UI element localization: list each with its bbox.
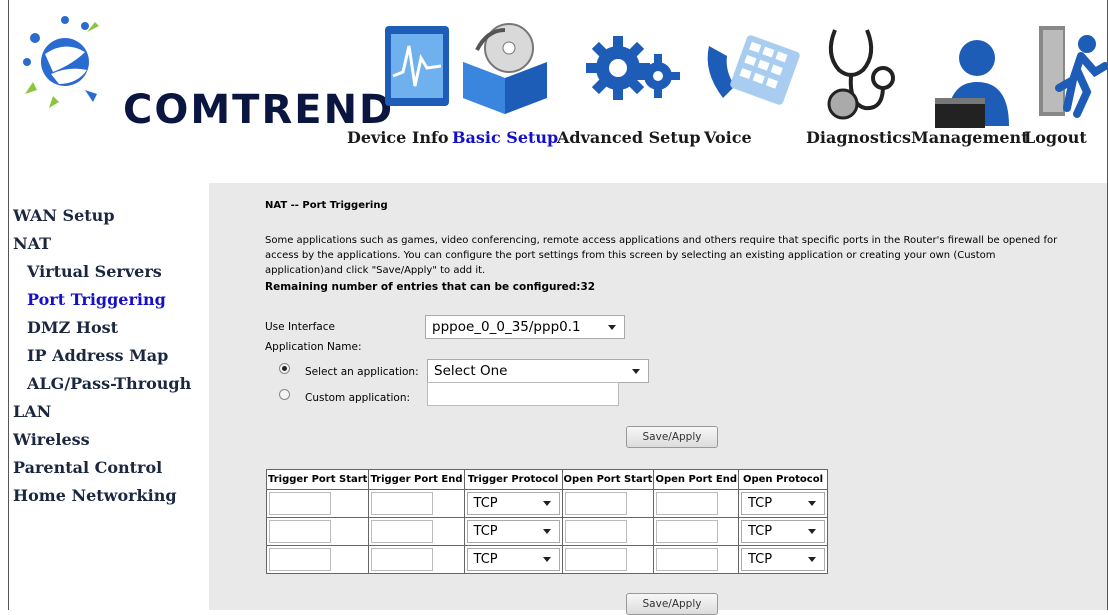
trigger-protocol-select[interactable]: TCP <box>466 548 560 571</box>
sidebar-item-dmz-host[interactable]: DMZ Host <box>27 318 118 337</box>
trigger-protocol-value: TCP <box>473 524 498 539</box>
chevron-down-icon <box>807 501 816 506</box>
application-select[interactable]: Select One <box>427 359 649 383</box>
exit-door-icon[interactable] <box>1037 22 1108 126</box>
save-apply-button-bottom[interactable]: Save/Apply <box>626 593 718 615</box>
port-trigger-table: Trigger Port Start Trigger Port End Trig… <box>265 469 828 574</box>
nav-management[interactable]: Management <box>911 128 1029 147</box>
chevron-down-icon <box>807 529 816 534</box>
sidebar-item-parental-control[interactable]: Parental Control <box>13 458 162 477</box>
cd-in-box-icon[interactable] <box>457 20 553 119</box>
sidebar-item-nat[interactable]: NAT <box>13 234 51 253</box>
header-open-port-end: Open Port End <box>653 469 739 490</box>
chevron-down-icon <box>542 501 551 506</box>
trigger-protocol-value: TCP <box>473 496 498 511</box>
table-row: TCP TCP <box>265 517 828 546</box>
trigger-protocol-select[interactable]: TCP <box>466 492 560 515</box>
comtrend-logo: COMTREND <box>23 12 392 133</box>
open-port-start-input[interactable] <box>564 548 627 571</box>
comtrend-globe-icon <box>23 16 99 108</box>
application-select-value: Select One <box>434 363 508 379</box>
trigger-port-end-input[interactable] <box>371 520 434 543</box>
sidebar-item-home-networking[interactable]: Home Networking <box>13 486 177 505</box>
sidebar-item-port-triggering[interactable]: Port Triggering <box>27 290 166 309</box>
header-trigger-port-end: Trigger Port End <box>368 469 465 490</box>
use-interface-select[interactable]: pppoe_0_0_35/ppp0.1 <box>425 315 625 339</box>
header: COMTREND Device Info Basic Setup Advance… <box>9 0 1108 175</box>
stethoscope-icon[interactable] <box>821 24 901 128</box>
custom-application-input[interactable] <box>427 382 619 406</box>
select-application-label: Select an application: <box>305 366 419 378</box>
table-row: TCP TCP <box>265 545 828 574</box>
save-apply-button[interactable]: Save/Apply <box>626 426 718 448</box>
custom-application-label: Custom application: <box>305 392 411 404</box>
nav-advanced-setup[interactable]: Advanced Setup <box>557 128 701 147</box>
open-port-start-input[interactable] <box>564 492 627 515</box>
page-description: Some applications such as games, video c… <box>265 235 1058 276</box>
sidebar-item-lan[interactable]: LAN <box>13 402 51 421</box>
application-name-label: Application Name: <box>265 341 362 353</box>
nav-voice[interactable]: Voice <box>704 128 752 147</box>
table-header-row: Trigger Port Start Trigger Port End Trig… <box>265 469 828 490</box>
user-desk-icon[interactable] <box>929 34 1015 134</box>
open-protocol-select[interactable]: TCP <box>740 520 825 543</box>
open-port-end-input[interactable] <box>656 520 719 543</box>
trigger-port-start-input[interactable] <box>269 492 331 515</box>
phone-keypad-icon[interactable] <box>701 26 801 120</box>
main-content: NAT -- Port Triggering Some applications… <box>209 183 1107 615</box>
nav-diagnostics[interactable]: Diagnostics <box>806 128 911 147</box>
chevron-down-icon <box>632 369 640 374</box>
chevron-down-icon <box>807 557 816 562</box>
table-row: TCP TCP <box>265 489 828 518</box>
gears-icon[interactable] <box>584 28 680 114</box>
open-port-end-input[interactable] <box>656 492 719 515</box>
select-application-radio[interactable] <box>279 363 290 374</box>
trigger-protocol-select[interactable]: TCP <box>466 520 560 543</box>
use-interface-label: Use Interface <box>265 321 335 333</box>
header-trigger-protocol: Trigger Protocol <box>463 469 563 490</box>
sidebar: WAN Setup NAT Virtual Servers Port Trigg… <box>9 188 209 610</box>
use-interface-value: pppoe_0_0_35/ppp0.1 <box>432 319 581 335</box>
sidebar-item-ip-address-map[interactable]: IP Address Map <box>27 346 168 365</box>
open-protocol-value: TCP <box>747 496 773 511</box>
nav-device-info[interactable]: Device Info <box>347 128 449 147</box>
open-protocol-select[interactable]: TCP <box>740 492 825 515</box>
open-port-start-input[interactable] <box>564 520 627 543</box>
remaining-entries: Remaining number of entries that can be … <box>265 281 596 293</box>
nav-logout[interactable]: Logout <box>1024 128 1087 147</box>
chevron-down-icon <box>542 557 551 562</box>
open-protocol-value: TCP <box>747 524 773 539</box>
trigger-port-end-input[interactable] <box>371 492 434 515</box>
trigger-port-start-input[interactable] <box>269 520 331 543</box>
sidebar-item-wireless[interactable]: Wireless <box>13 430 90 449</box>
sidebar-item-virtual-servers[interactable]: Virtual Servers <box>27 262 162 281</box>
open-protocol-value: TCP <box>747 552 773 567</box>
trigger-port-end-input[interactable] <box>371 548 434 571</box>
sidebar-item-wan-setup[interactable]: WAN Setup <box>13 206 115 225</box>
open-port-end-input[interactable] <box>656 548 719 571</box>
page-title: NAT -- Port Triggering <box>265 200 388 211</box>
nav-basic-setup[interactable]: Basic Setup <box>452 128 558 147</box>
sidebar-item-alg-pass-through[interactable]: ALG/Pass-Through <box>27 374 191 393</box>
header-open-port-start: Open Port Start <box>561 469 655 490</box>
trigger-protocol-value: TCP <box>473 552 498 567</box>
logo-wordmark: COMTREND <box>123 87 395 133</box>
chevron-down-icon <box>608 325 616 330</box>
chevron-down-icon <box>542 529 551 534</box>
custom-application-radio[interactable] <box>279 389 290 400</box>
header-open-protocol: Open Protocol <box>737 469 828 490</box>
header-trigger-port-start: Trigger Port Start <box>265 469 370 490</box>
open-protocol-select[interactable]: TCP <box>740 548 825 571</box>
monitor-graph-icon[interactable] <box>383 6 451 120</box>
trigger-port-start-input[interactable] <box>269 548 331 571</box>
